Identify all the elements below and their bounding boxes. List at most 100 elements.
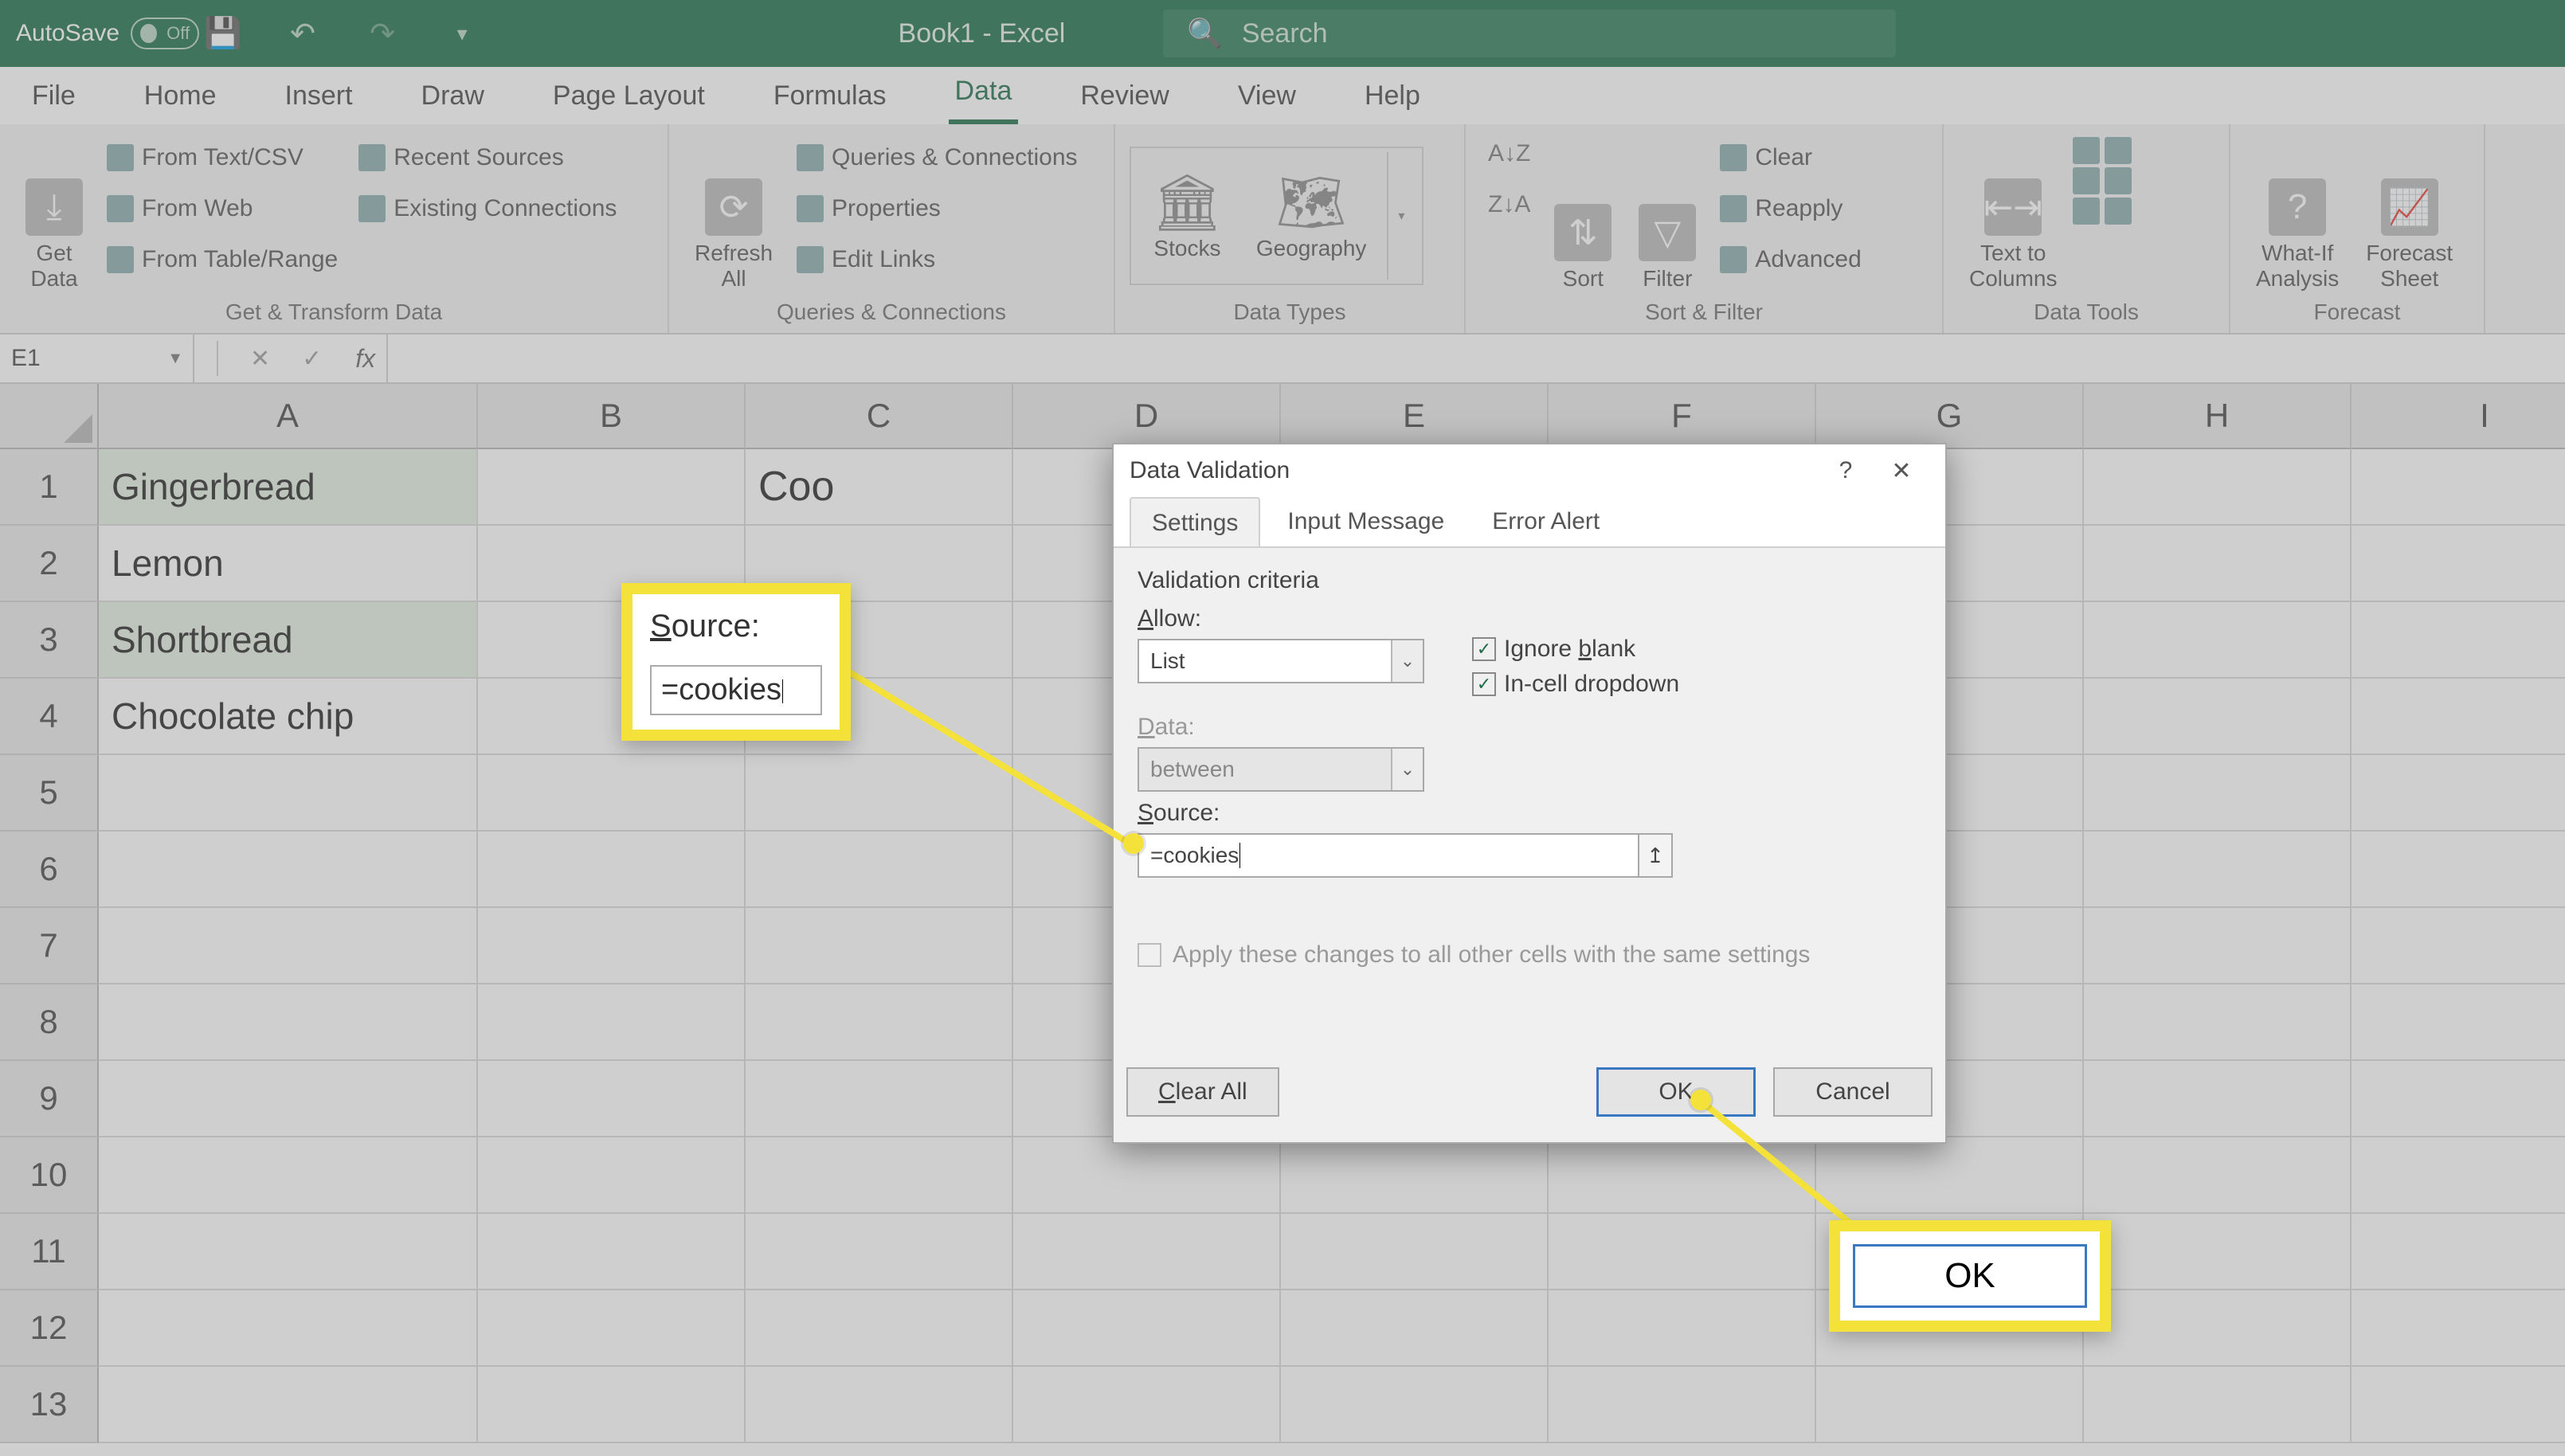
flash-fill-icon[interactable] [2073,137,2100,164]
autosave-control[interactable]: AutoSave Off [0,18,199,49]
tab-data[interactable]: Data [949,65,1019,124]
row-header-4[interactable]: 4 [0,679,99,755]
save-icon[interactable]: 💾 [199,10,247,57]
forecast-sheet-button[interactable]: 📈Forecast Sheet [2355,132,2464,292]
cell-E13[interactable] [1281,1367,1549,1443]
column-header-A[interactable]: A [99,384,478,449]
tab-help[interactable]: Help [1358,69,1427,124]
dialog-titlebar[interactable]: Data Validation ? ✕ [1114,444,1945,497]
row-header-11[interactable]: 11 [0,1214,99,1290]
cell-C13[interactable] [746,1367,1013,1443]
dialog-tab-input-message[interactable]: Input Message [1267,497,1465,546]
cell-H6[interactable] [2084,832,2352,908]
cell-D12[interactable] [1013,1290,1281,1367]
cell-I6[interactable] [2352,832,2565,908]
cell-C6[interactable] [746,832,1013,908]
cell-A1[interactable]: Gingerbread [99,449,478,526]
qat-dropdown-icon[interactable]: ▾ [438,10,486,57]
enter-formula-icon[interactable]: ✓ [302,345,322,373]
cell-D10[interactable] [1013,1137,1281,1214]
select-all-corner[interactable] [0,384,99,449]
cell-A2[interactable]: Lemon [99,526,478,602]
cell-B11[interactable] [478,1214,746,1290]
cell-B1[interactable] [478,449,746,526]
cell-B5[interactable] [478,755,746,832]
cell-H11[interactable] [2084,1214,2352,1290]
cell-D13[interactable] [1013,1367,1281,1443]
cell-C8[interactable] [746,984,1013,1061]
undo-icon[interactable]: ↶ [279,10,327,57]
column-header-G[interactable]: G [1816,384,2084,449]
cell-H2[interactable] [2084,526,2352,602]
cell-F11[interactable] [1549,1214,1816,1290]
chevron-down-icon[interactable]: ⌄ [1391,640,1423,682]
cell-I9[interactable] [2352,1061,2565,1137]
tab-formulas[interactable]: Formulas [767,69,893,124]
cell-I7[interactable] [2352,908,2565,984]
cell-H10[interactable] [2084,1137,2352,1214]
dialog-tab-settings[interactable]: Settings [1130,497,1260,546]
name-box[interactable]: E1 ▼ [0,335,194,382]
dialog-close-button[interactable]: ✕ [1874,453,1929,488]
row-header-2[interactable]: 2 [0,526,99,602]
cell-I12[interactable] [2352,1290,2565,1367]
existing-connections-button[interactable]: Existing Connections [350,183,625,234]
sort-desc-icon[interactable]: Z↓A [1488,191,1530,218]
data-types-gallery[interactable]: 🏛Stocks 🗺Geography ▾ [1130,147,1423,285]
cell-B9[interactable] [478,1061,746,1137]
tab-file[interactable]: File [25,69,82,124]
reapply-button[interactable]: Reapply [1712,183,1869,234]
cell-C5[interactable] [746,755,1013,832]
cell-A12[interactable] [99,1290,478,1367]
cell-B6[interactable] [478,832,746,908]
cell-D11[interactable] [1013,1214,1281,1290]
datatypes-dropdown-icon[interactable]: ▾ [1387,152,1414,280]
ignore-blank-checkbox[interactable]: ✓Ignore blank [1472,636,1679,663]
clear-all-button[interactable]: Clear All [1126,1067,1279,1117]
cell-A7[interactable] [99,908,478,984]
cell-I1[interactable] [2352,449,2565,526]
properties-button[interactable]: Properties [789,183,1086,234]
cell-C11[interactable] [746,1214,1013,1290]
whatif-button[interactable]: ?What-If Analysis [2245,132,2350,292]
row-header-8[interactable]: 8 [0,984,99,1061]
sort-button[interactable]: ⇅Sort [1543,132,1623,292]
cell-C10[interactable] [746,1137,1013,1214]
cell-H8[interactable] [2084,984,2352,1061]
cell-B10[interactable] [478,1137,746,1214]
row-header-3[interactable]: 3 [0,602,99,679]
from-table-button[interactable]: From Table/Range [99,234,346,285]
cell-E11[interactable] [1281,1214,1549,1290]
tab-review[interactable]: Review [1074,69,1175,124]
cell-H9[interactable] [2084,1061,2352,1137]
cell-C7[interactable] [746,908,1013,984]
cell-A3[interactable]: Shortbread [99,602,478,679]
filter-button[interactable]: ▽Filter [1627,132,1707,292]
cell-I10[interactable] [2352,1137,2565,1214]
column-header-I[interactable]: I [2352,384,2565,449]
cell-A9[interactable] [99,1061,478,1137]
cell-A6[interactable] [99,832,478,908]
remove-duplicates-icon[interactable] [2073,167,2100,194]
queries-conn-button[interactable]: Queries & Connections [789,132,1086,183]
dialog-help-button[interactable]: ? [1818,453,1874,488]
tab-page-layout[interactable]: Page Layout [546,69,711,124]
column-header-B[interactable]: B [478,384,746,449]
cell-F10[interactable] [1549,1137,1816,1214]
cell-A13[interactable] [99,1367,478,1443]
cell-I5[interactable] [2352,755,2565,832]
advanced-button[interactable]: Advanced [1712,234,1869,285]
refresh-all-button[interactable]: ⟳ Refresh All [683,132,784,292]
cell-C9[interactable] [746,1061,1013,1137]
column-header-E[interactable]: E [1281,384,1549,449]
cell-H3[interactable] [2084,602,2352,679]
cell-A10[interactable] [99,1137,478,1214]
get-data-button[interactable]: ⤓ Get Data [14,132,94,292]
tab-view[interactable]: View [1232,69,1302,124]
fx-label[interactable]: fx [344,335,388,382]
column-header-F[interactable]: F [1549,384,1816,449]
cell-C12[interactable] [746,1290,1013,1367]
column-header-H[interactable]: H [2084,384,2352,449]
row-header-7[interactable]: 7 [0,908,99,984]
search-box[interactable]: 🔍 Search [1163,10,1896,57]
